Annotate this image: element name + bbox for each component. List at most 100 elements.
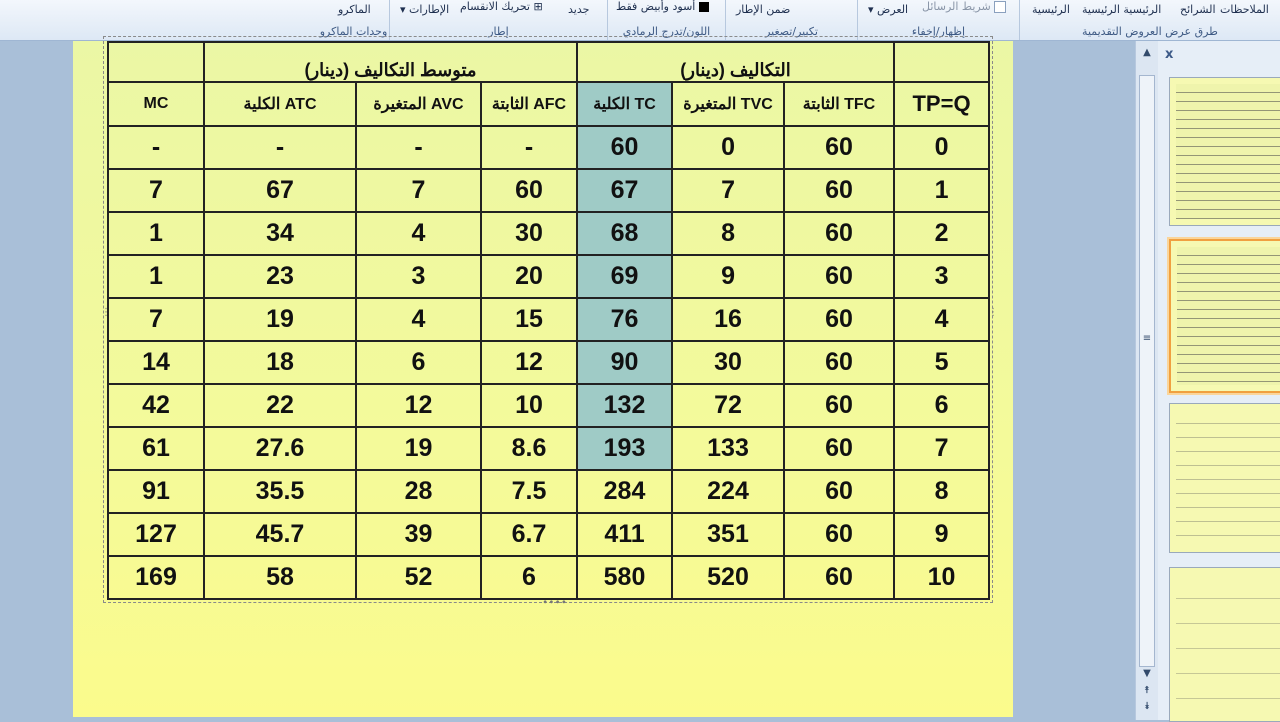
table-cell[interactable]: 60 — [783, 512, 896, 557]
table-cell[interactable]: 12 — [355, 383, 482, 428]
close-icon[interactable]: x — [1165, 47, 1173, 62]
tab-notes[interactable]: الملاحظات — [1220, 3, 1269, 16]
table-cell[interactable]: 60 — [783, 555, 896, 600]
table-cell[interactable]: 3 — [893, 254, 991, 299]
new-window-button[interactable]: جديد — [568, 3, 589, 16]
table-cell[interactable]: 60 — [783, 340, 896, 385]
vertical-scrollbar[interactable]: ▲ ≡ ▼ ⯭ ⯯ — [1135, 41, 1158, 720]
view-dropdown[interactable]: ▾ العرض — [868, 3, 908, 16]
table-cell[interactable]: 7 — [355, 168, 482, 213]
table-cell[interactable]: 35.5 — [203, 469, 357, 514]
table-cell[interactable]: 224 — [671, 469, 786, 514]
slide-canvas[interactable]: متوسط التكاليف (دينار) التكاليف (دينار) MC… — [73, 36, 1013, 717]
table-cell[interactable]: 0 — [893, 125, 991, 170]
table-cell[interactable]: 30 — [479, 211, 579, 256]
table-cell[interactable]: 39 — [355, 512, 482, 557]
table-cell[interactable]: 15 — [479, 297, 579, 342]
table-cell[interactable]: 8 — [671, 211, 786, 256]
table-cell[interactable]: - — [203, 125, 357, 170]
prev-slide-icon[interactable]: ⯭ — [1139, 685, 1155, 696]
slide-thumbnail[interactable] — [1169, 403, 1280, 553]
table-cell[interactable]: 69 — [576, 254, 674, 299]
table-cell[interactable]: 58 — [203, 555, 357, 600]
next-slide-icon[interactable]: ⯯ — [1139, 701, 1155, 712]
table-cell[interactable]: 1 — [107, 254, 205, 299]
table-cell[interactable]: 60 — [783, 168, 896, 213]
table-cell[interactable]: 9 — [671, 254, 786, 299]
table-cell[interactable]: 30 — [671, 340, 786, 385]
table-cell[interactable]: 19 — [355, 426, 482, 471]
table-cell[interactable]: 52 — [355, 555, 482, 600]
table-cell[interactable]: 7.5 — [479, 469, 579, 514]
table-cell[interactable]: - — [479, 125, 579, 170]
table-cell[interactable]: 10 — [479, 383, 579, 428]
table-cell[interactable]: 76 — [576, 297, 674, 342]
table-cell[interactable]: 12 — [479, 340, 579, 385]
message-bar-checkbox[interactable]: شريط الرسائل — [922, 0, 1007, 13]
table-cell[interactable]: 45.7 — [203, 512, 357, 557]
slide-thumbnail[interactable] — [1169, 567, 1280, 722]
table-cell[interactable]: 6.7 — [479, 512, 579, 557]
slide-thumbnail-active[interactable] — [1169, 239, 1280, 393]
table-cell[interactable]: 60 — [479, 168, 579, 213]
tab-slides[interactable]: الشرائح — [1180, 3, 1216, 16]
table-cell[interactable]: 68 — [576, 211, 674, 256]
table-cell[interactable]: 7 — [893, 426, 991, 471]
table-cell[interactable]: 4 — [355, 211, 482, 256]
tab-home[interactable]: الرئيسية — [1032, 3, 1070, 16]
table-cell[interactable]: 28 — [355, 469, 482, 514]
slide-thumbnail[interactable] — [1169, 77, 1280, 226]
table-cell[interactable]: 23 — [203, 254, 357, 299]
table-cell[interactable]: 169 — [107, 555, 205, 600]
resize-handle-icon[interactable]: ∙∙∙∙ — [542, 597, 567, 608]
table-cell[interactable]: 60 — [783, 297, 896, 342]
table-cell[interactable]: 5 — [893, 340, 991, 385]
table-cell[interactable]: 14 — [107, 340, 205, 385]
table-cell[interactable]: 7 — [107, 297, 205, 342]
table-cell[interactable]: 22 — [203, 383, 357, 428]
table-cell[interactable]: 411 — [576, 512, 674, 557]
table-cell[interactable]: 6 — [479, 555, 579, 600]
table-cell[interactable]: 133 — [671, 426, 786, 471]
resize-handle-icon[interactable]: ⋮ — [101, 307, 111, 318]
fit-window-button[interactable]: ضمن الإطار — [736, 3, 790, 16]
table-cell[interactable]: 19 — [203, 297, 357, 342]
table-cell[interactable]: 20 — [479, 254, 579, 299]
table-cell[interactable]: 60 — [783, 469, 896, 514]
table-cell[interactable]: 60 — [783, 254, 896, 299]
table-cell[interactable]: 4 — [893, 297, 991, 342]
cost-table[interactable]: متوسط التكاليف (دينار) التكاليف (دينار) MC… — [107, 41, 991, 600]
frames-dropdown[interactable]: ▾ الإطارات — [400, 3, 449, 16]
table-cell[interactable]: 284 — [576, 469, 674, 514]
table-cell[interactable]: 60 — [576, 125, 674, 170]
macros-button[interactable]: الماكرو — [338, 3, 371, 16]
scroll-down-icon[interactable]: ▼ — [1139, 668, 1155, 679]
table-cell[interactable]: 7 — [671, 168, 786, 213]
table-cell[interactable]: 60 — [783, 383, 896, 428]
table-cell[interactable]: 67 — [576, 168, 674, 213]
table-cell[interactable]: 0 — [671, 125, 786, 170]
table-cell[interactable]: 60 — [783, 211, 896, 256]
table-cell[interactable]: 3 — [355, 254, 482, 299]
table-cell[interactable]: 60 — [783, 426, 896, 471]
table-cell[interactable]: 351 — [671, 512, 786, 557]
table-cell[interactable]: 16 — [671, 297, 786, 342]
table-cell[interactable]: 9 — [893, 512, 991, 557]
table-cell[interactable]: 7 — [107, 168, 205, 213]
scroll-up-icon[interactable]: ▲ — [1139, 47, 1155, 58]
table-cell[interactable]: 132 — [576, 383, 674, 428]
table-cell[interactable]: 8.6 — [479, 426, 579, 471]
bw-button[interactable]: أسود وأبيض فقط — [616, 0, 709, 13]
tab-home-2[interactable]: الرئيسية الرئيسية — [1082, 3, 1161, 16]
table-cell[interactable]: 520 — [671, 555, 786, 600]
table-cell[interactable]: 42 — [107, 383, 205, 428]
table-cell[interactable]: 27.6 — [203, 426, 357, 471]
table-cell[interactable]: 1 — [107, 211, 205, 256]
table-cell[interactable]: 6 — [893, 383, 991, 428]
resize-handle-icon[interactable]: ⋮ — [988, 307, 998, 318]
table-cell[interactable]: 91 — [107, 469, 205, 514]
table-cell[interactable]: 34 — [203, 211, 357, 256]
table-cell[interactable]: 1 — [893, 168, 991, 213]
table-cell[interactable]: 580 — [576, 555, 674, 600]
table-cell[interactable]: 18 — [203, 340, 357, 385]
